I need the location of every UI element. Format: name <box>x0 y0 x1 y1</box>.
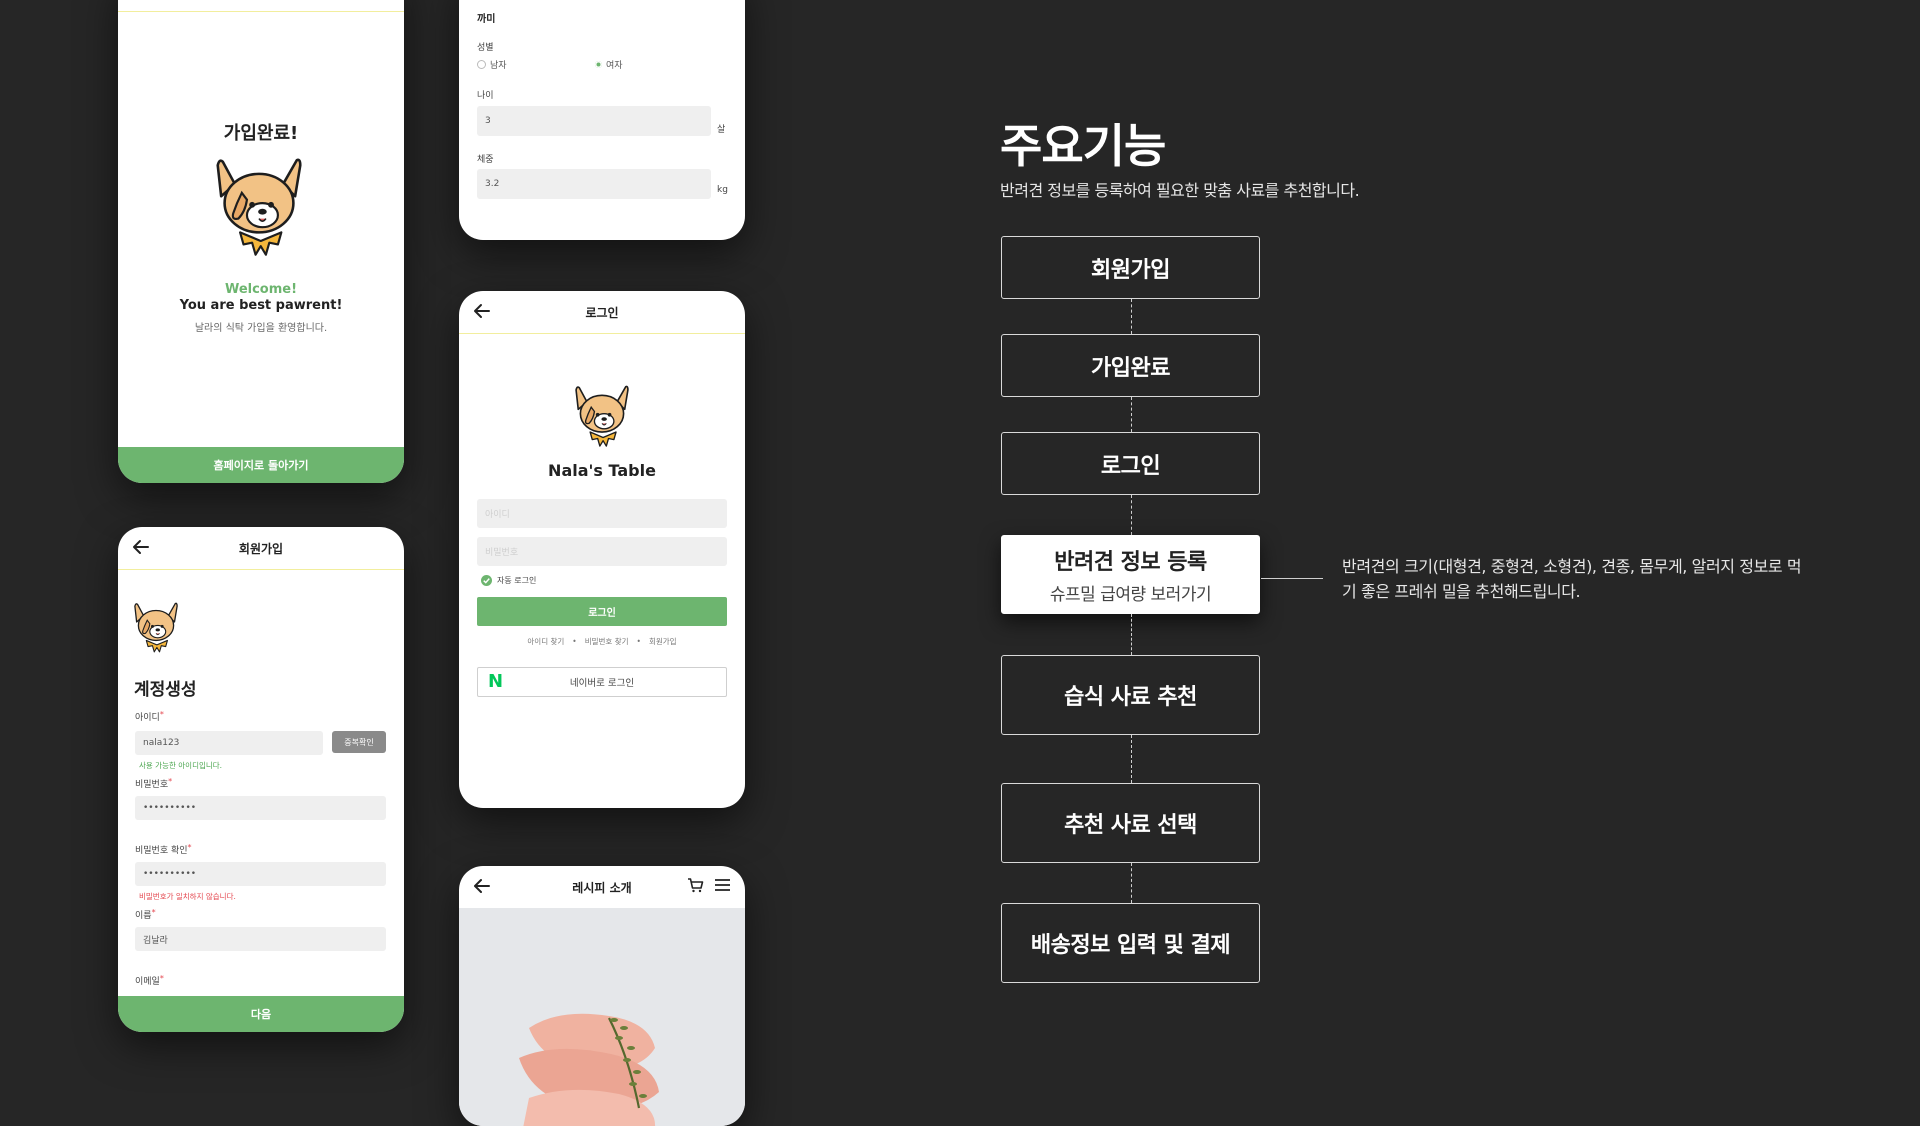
gender-label: 성별 <box>477 43 494 53</box>
find-password-link[interactable]: 비밀번호 찾기 <box>585 636 629 647</box>
step-label: 추천 사료 선택 <box>1064 813 1197 838</box>
check-circle-icon <box>481 575 492 586</box>
password-input[interactable]: •••••••••• <box>135 796 386 820</box>
step-label: 회원가입 <box>1091 257 1170 283</box>
login-title: 로그인 <box>585 305 619 320</box>
note-connector <box>1261 578 1323 579</box>
pet-info-screen: 까미 성별 남자 여자 나이 3 살 체중 3.2 kg <box>459 0 745 240</box>
flow-step-signup-complete: 가입완료 <box>1001 334 1260 397</box>
back-arrow-icon[interactable] <box>132 538 150 556</box>
step-label: 습식 사료 추천 <box>1064 685 1197 710</box>
weight-unit: kg <box>717 185 728 195</box>
chicken-breast-image <box>519 1013 659 1126</box>
flow-step-select-food: 추천 사료 선택 <box>1001 783 1260 863</box>
step-label: 가입완료 <box>1091 355 1170 381</box>
find-links: 아이디 찾기 • 비밀번호 찾기 • 회원가입 <box>459 636 745 647</box>
email-label: 이메일* <box>135 974 164 987</box>
naver-login-button[interactable]: N 네이버로 로그인 <box>477 667 727 697</box>
login-id-input[interactable]: 아이디 <box>477 499 727 528</box>
step-label: 로그인 <box>1100 453 1161 479</box>
find-id-link[interactable]: 아이디 찾기 <box>527 636 564 647</box>
signup-complete-screen: 가입완료! Welcome! You are best pawrent! 날라의… <box>118 0 404 483</box>
pet-info-note: 반려견의 크기(대형견, 중형견, 소형견), 견종, 몸무게, 알러지 정보로… <box>1342 557 1802 601</box>
recipe-food-image <box>459 908 745 1126</box>
separator-dot: • <box>572 637 577 646</box>
auto-login-checkbox[interactable]: 자동 로그인 <box>481 575 536 586</box>
flow-step-wet-food: 습식 사료 추천 <box>1001 655 1260 735</box>
step-label: 배송정보 입력 및 결제 <box>1030 933 1231 958</box>
signup-screen: 회원가입 계정생성 아이디* nala123 중복확인 사용 가능한 아이디입니… <box>118 527 404 1032</box>
flow-step-signup: 회원가입 <box>1001 236 1260 299</box>
name-label: 이름* <box>135 908 156 921</box>
name-input[interactable]: 김날라 <box>135 927 386 951</box>
separator-dot: • <box>636 637 641 646</box>
back-arrow-icon[interactable] <box>473 877 491 895</box>
welcome-text: Welcome! <box>224 282 298 297</box>
id-label: 아이디* <box>135 710 164 723</box>
password-confirm-input[interactable]: •••••••••• <box>135 862 386 886</box>
next-button[interactable]: 다음 <box>118 996 404 1032</box>
age-input[interactable]: 3 <box>477 106 711 136</box>
dog-logo-icon <box>575 383 629 453</box>
menu-icon[interactable] <box>714 877 731 893</box>
tagline-text: You are best pawrent! <box>179 298 343 313</box>
auto-login-label: 자동 로그인 <box>497 576 537 585</box>
duplicate-check-button[interactable]: 중복확인 <box>332 731 386 753</box>
flow-step-pet-info: 반려견 정보 등록 슈프밀 급여량 보러가기 <box>1001 535 1260 614</box>
features-subtitle: 반려견 정보를 등록하여 필요한 맞춤 사료를 추천합니다. <box>1000 181 1360 200</box>
naver-logo-icon: N <box>488 671 504 692</box>
complete-title: 가입완료! <box>223 123 299 144</box>
password-mismatch-message: 비밀번호가 일치하지 않습니다. <box>139 892 236 901</box>
login-topbar: 로그인 <box>459 291 745 334</box>
gender-option-female[interactable]: 여자 <box>595 58 623 71</box>
flow-connector <box>1131 735 1132 783</box>
flow-connector <box>1131 397 1132 432</box>
welcome-message: 날라의 식탁 가입을 환영합니다. <box>194 323 328 334</box>
age-unit: 살 <box>717 125 726 135</box>
flow-connector <box>1131 495 1132 535</box>
naver-login-label: 네이버로 로그인 <box>569 678 635 689</box>
password-confirm-label: 비밀번호 확인* <box>135 843 192 856</box>
features-title: 주요기능 <box>1000 119 1166 173</box>
gender-female-label: 여자 <box>606 61 623 71</box>
back-arrow-icon[interactable] <box>473 302 491 320</box>
signup-link[interactable]: 회원가입 <box>649 636 677 647</box>
signup-title: 회원가입 <box>238 541 284 556</box>
back-to-home-button[interactable]: 홈페이지로 돌아가기 <box>118 447 404 483</box>
flow-step-payment: 배송정보 입력 및 결제 <box>1001 903 1260 983</box>
dog-mascot-icon <box>216 158 302 262</box>
password-label: 비밀번호* <box>135 777 173 790</box>
flow-step-login: 로그인 <box>1001 432 1260 495</box>
login-button[interactable]: 로그인 <box>477 597 727 626</box>
recipe-title: 레시피 소개 <box>572 880 632 895</box>
recipe-topbar: 레시피 소개 <box>459 866 745 908</box>
step-sublabel: 슈프밀 급여량 보러가기 <box>1049 585 1212 605</box>
flow-connector <box>1131 299 1132 334</box>
signup-topbar: 회원가입 <box>118 527 404 570</box>
age-label: 나이 <box>477 91 494 101</box>
header-divider <box>118 11 404 12</box>
weight-input[interactable]: 3.2 <box>477 169 711 199</box>
brand-name: Nala's Table <box>548 461 656 480</box>
id-available-message: 사용 가능한 아이디입니다. <box>139 761 223 770</box>
login-password-input[interactable]: 비밀번호 <box>477 537 727 566</box>
dog-mascot-icon <box>134 601 178 657</box>
pet-name-value: 까미 <box>477 14 496 25</box>
weight-label: 체중 <box>477 155 494 165</box>
gender-option-male[interactable]: 남자 <box>477 58 507 71</box>
flow-connector <box>1131 863 1132 903</box>
account-heading: 계정생성 <box>134 680 197 700</box>
gender-male-label: 남자 <box>490 61 507 71</box>
id-input[interactable]: nala123 <box>135 731 323 755</box>
radio-checked-icon <box>595 61 602 68</box>
flow-connector <box>1131 614 1132 655</box>
recipe-screen: 레시피 소개 <box>459 866 745 1126</box>
login-screen: 로그인 Nala's Table 아이디 비밀번호 자동 로그인 로그인 아이디… <box>459 291 745 808</box>
cart-icon[interactable] <box>687 877 704 893</box>
radio-unchecked-icon <box>477 60 486 69</box>
step-label: 반려견 정보 등록 <box>1054 550 1207 575</box>
